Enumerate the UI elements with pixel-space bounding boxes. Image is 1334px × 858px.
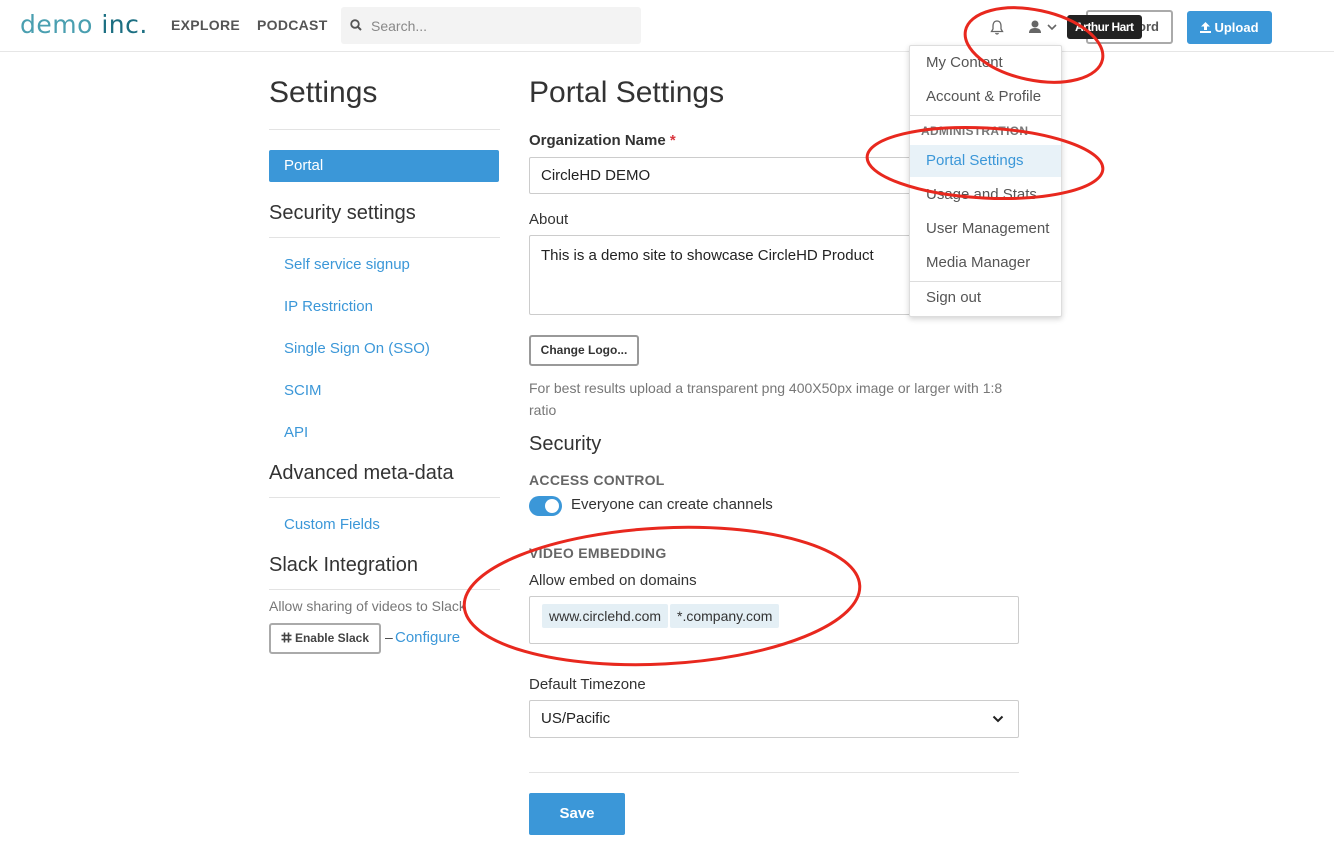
timezone-value: US/Pacific	[541, 710, 611, 727]
about-label: About	[529, 211, 569, 228]
upload-icon	[1200, 22, 1212, 33]
search-input[interactable]	[371, 15, 631, 37]
security-heading: Security	[529, 433, 602, 455]
user-name-tooltip: Arthur Hart	[1067, 15, 1142, 39]
change-logo-button[interactable]: Change Logo...	[529, 335, 639, 366]
create-channels-label: Everyone can create channels	[571, 496, 773, 513]
page-title: Portal Settings	[529, 76, 725, 109]
settings-title: Settings	[269, 76, 378, 109]
menu-item-usage-stats[interactable]: Usage and Stats	[910, 179, 1061, 211]
embed-domains-label: Allow embed on domains	[529, 572, 697, 589]
divider	[269, 589, 500, 590]
separator-dash: –	[385, 629, 393, 645]
sidebar-link-scim[interactable]: SCIM	[284, 382, 322, 399]
toggle-knob	[545, 499, 559, 513]
slack-icon	[281, 632, 292, 643]
domain-tag[interactable]: *.company.com	[670, 604, 780, 628]
menu-item-media-manager[interactable]: Media Manager	[910, 247, 1061, 279]
menu-item-account-profile[interactable]: Account & Profile	[910, 81, 1061, 113]
divider	[529, 772, 1019, 773]
upload-button[interactable]: Upload	[1187, 11, 1272, 44]
notifications-bell-icon[interactable]	[989, 19, 1005, 36]
nav-podcast[interactable]: PODCAST	[257, 17, 328, 33]
top-bar: demo inc. EXPLORE PODCAST ord Arthur Har…	[0, 0, 1334, 52]
user-menu-button[interactable]	[1026, 18, 1062, 38]
create-channels-toggle[interactable]	[529, 496, 562, 516]
divider	[269, 129, 500, 130]
logo-hint-text: For best results upload a transparent pn…	[529, 380, 1003, 418]
sidebar-link-self-service-signup[interactable]: Self service signup	[284, 256, 410, 273]
advanced-metadata-heading: Advanced meta-data	[269, 462, 454, 484]
search-icon	[350, 19, 362, 31]
upload-label: Upload	[1214, 20, 1259, 35]
embed-domains-input[interactable]: www.circlehd.com *.company.com	[529, 596, 1019, 644]
security-settings-heading: Security settings	[269, 202, 416, 224]
required-asterisk: *	[669, 132, 676, 149]
menu-item-my-content[interactable]: My Content	[910, 47, 1061, 79]
sidebar-link-ip-restriction[interactable]: IP Restriction	[284, 298, 373, 315]
nav-explore[interactable]: EXPLORE	[171, 17, 240, 33]
org-name-label: Organization Name *	[529, 132, 676, 149]
logo-text: demo	[20, 10, 93, 39]
administration-header: ADMINISTRATION	[921, 124, 1029, 138]
logo-accent-text: inc.	[101, 10, 148, 39]
menu-item-portal-settings[interactable]: Portal Settings	[910, 145, 1061, 177]
slack-integration-heading: Slack Integration	[269, 554, 418, 576]
configure-slack-link[interactable]: Configure	[395, 629, 460, 646]
timezone-label: Default Timezone	[529, 676, 646, 693]
menu-item-user-management[interactable]: User Management	[910, 213, 1061, 245]
sidebar-link-sso[interactable]: Single Sign On (SSO)	[284, 340, 430, 357]
divider	[269, 497, 500, 498]
divider	[269, 237, 500, 238]
chevron-down-icon	[992, 715, 1004, 723]
sidebar-link-custom-fields[interactable]: Custom Fields	[284, 516, 380, 533]
brand-logo[interactable]: demo inc.	[20, 10, 148, 39]
sidebar-item-portal[interactable]: Portal	[269, 150, 499, 182]
menu-divider	[910, 115, 1061, 116]
search-bar[interactable]	[341, 7, 641, 44]
video-embedding-heading: VIDEO EMBEDDING	[529, 545, 667, 561]
timezone-select[interactable]: US/Pacific	[529, 700, 1019, 738]
slack-description: Allow sharing of videos to Slack	[269, 598, 466, 614]
menu-item-sign-out[interactable]: Sign out	[910, 282, 1061, 314]
org-name-label-text: Organization Name	[529, 132, 666, 149]
enable-slack-label: Enable Slack	[294, 631, 370, 645]
domain-tag[interactable]: www.circlehd.com	[542, 604, 669, 628]
enable-slack-button[interactable]: Enable Slack	[269, 623, 381, 654]
user-dropdown-menu: My Content Account & Profile ADMINISTRAT…	[909, 45, 1062, 317]
access-control-heading: ACCESS CONTROL	[529, 472, 665, 488]
save-button[interactable]: Save	[529, 793, 625, 835]
sidebar-link-api[interactable]: API	[284, 424, 308, 441]
